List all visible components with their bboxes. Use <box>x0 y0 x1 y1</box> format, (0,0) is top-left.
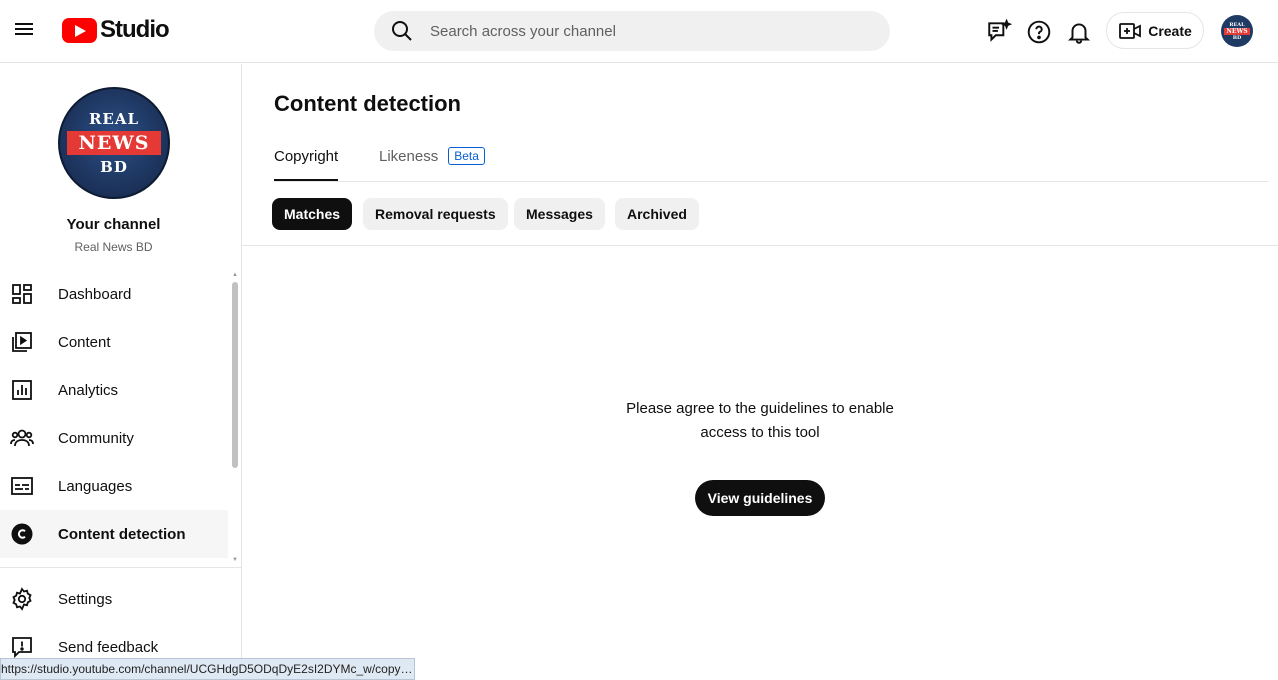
channel-avatar-line-2: NEWS <box>66 131 162 155</box>
content-detection-icon <box>11 523 33 545</box>
sidebar-item-label: Content <box>58 333 111 351</box>
view-guidelines-button[interactable]: View guidelines <box>695 480 825 516</box>
channel-name: Real News BD <box>74 240 153 254</box>
sidebar-item-analytics[interactable]: Analytics <box>0 366 228 414</box>
chip-label: Archived <box>627 206 687 222</box>
channel-title: Your channel <box>66 216 161 233</box>
sidebar-item-label: Settings <box>58 590 113 608</box>
chip-label: Removal requests <box>375 206 496 222</box>
beta-badge: Beta <box>448 147 485 165</box>
sidebar-item-content[interactable]: Content <box>0 318 228 366</box>
sidebar-item-label: Send feedback <box>58 638 159 656</box>
main-content: Content detection Copyright Likeness Bet… <box>242 64 1278 680</box>
feedback-icon <box>12 637 32 659</box>
sidebar-item-community[interactable]: Community <box>0 414 228 462</box>
sidebar-item-label: Content detection <box>58 525 186 543</box>
chip-label: Matches <box>284 206 341 222</box>
scroll-up-arrow[interactable]: ▲ <box>232 272 238 278</box>
search-input[interactable] <box>430 22 850 40</box>
youtube-play-icon <box>62 17 97 43</box>
analytics-icon <box>12 380 32 400</box>
notifications-bell-icon[interactable] <box>1066 19 1092 45</box>
sidebar-item-label: Dashboard <box>58 285 132 303</box>
chip-removal-requests[interactable]: Removal requests <box>363 198 508 230</box>
avatar-line-3: BD <box>1232 34 1242 41</box>
account-avatar[interactable]: REAL NEWS BD <box>1221 15 1253 47</box>
tab-label: Likeness <box>379 148 439 165</box>
chip-matches[interactable]: Matches <box>272 198 353 230</box>
create-button[interactable]: Create <box>1106 12 1204 49</box>
create-label: Create <box>1148 22 1192 39</box>
sidebar-item-content-detection[interactable]: Content detection <box>0 510 228 558</box>
top-bar: Studio Create REAL NEWS BD <box>0 0 1278 63</box>
sidebar-item-label: Community <box>58 429 134 447</box>
button-label: View guidelines <box>707 490 813 506</box>
sidebar-item-languages[interactable]: Languages <box>0 462 228 510</box>
tab-likeness[interactable]: Likeness Beta <box>379 147 485 182</box>
channel-avatar-line-1: REAL <box>88 110 140 128</box>
content-icon <box>12 332 32 352</box>
tab-label: Copyright <box>274 148 339 165</box>
video-add-icon <box>1119 22 1142 39</box>
sidebar: REAL NEWS BD Your channel Real News BD D… <box>0 64 242 680</box>
dashboard-icon <box>12 284 32 304</box>
chip-archived[interactable]: Archived <box>615 198 699 230</box>
sidebar-scrollbar[interactable] <box>232 282 238 468</box>
gear-icon <box>12 587 32 611</box>
tab-copyright[interactable]: Copyright <box>274 148 339 182</box>
sidebar-item-settings[interactable]: Settings <box>0 575 228 623</box>
empty-state-message: Please agree to the guidelines to enable… <box>626 400 894 441</box>
status-bar-url: https://studio.youtube.com/channel/UCGHd… <box>0 658 415 680</box>
sidebar-item-label: Languages <box>58 477 133 495</box>
languages-icon <box>11 477 33 495</box>
chips-divider <box>242 245 1278 246</box>
sidebar-item-label: Analytics <box>58 381 119 399</box>
chip-messages[interactable]: Messages <box>514 198 605 230</box>
logo-text: Studio <box>100 16 170 43</box>
community-icon <box>10 429 34 447</box>
studio-logo[interactable]: Studio <box>62 16 170 44</box>
search-bar[interactable] <box>374 11 890 51</box>
sidebar-divider <box>0 567 241 568</box>
page-title: Content detection <box>274 91 461 116</box>
tabs-divider <box>274 181 1268 182</box>
avatar-line-2: NEWS <box>1224 27 1250 35</box>
scroll-down-arrow[interactable]: ▼ <box>232 557 238 563</box>
search-icon[interactable] <box>390 19 414 43</box>
chip-label: Messages <box>526 206 593 222</box>
channel-avatar-line-3: BD <box>100 158 128 176</box>
sidebar-item-dashboard[interactable]: Dashboard <box>0 270 228 318</box>
menu-icon[interactable] <box>12 20 36 42</box>
help-icon[interactable] <box>1026 19 1052 45</box>
channel-avatar[interactable]: REAL NEWS BD <box>58 87 170 199</box>
ideas-comment-icon[interactable] <box>986 19 1012 45</box>
